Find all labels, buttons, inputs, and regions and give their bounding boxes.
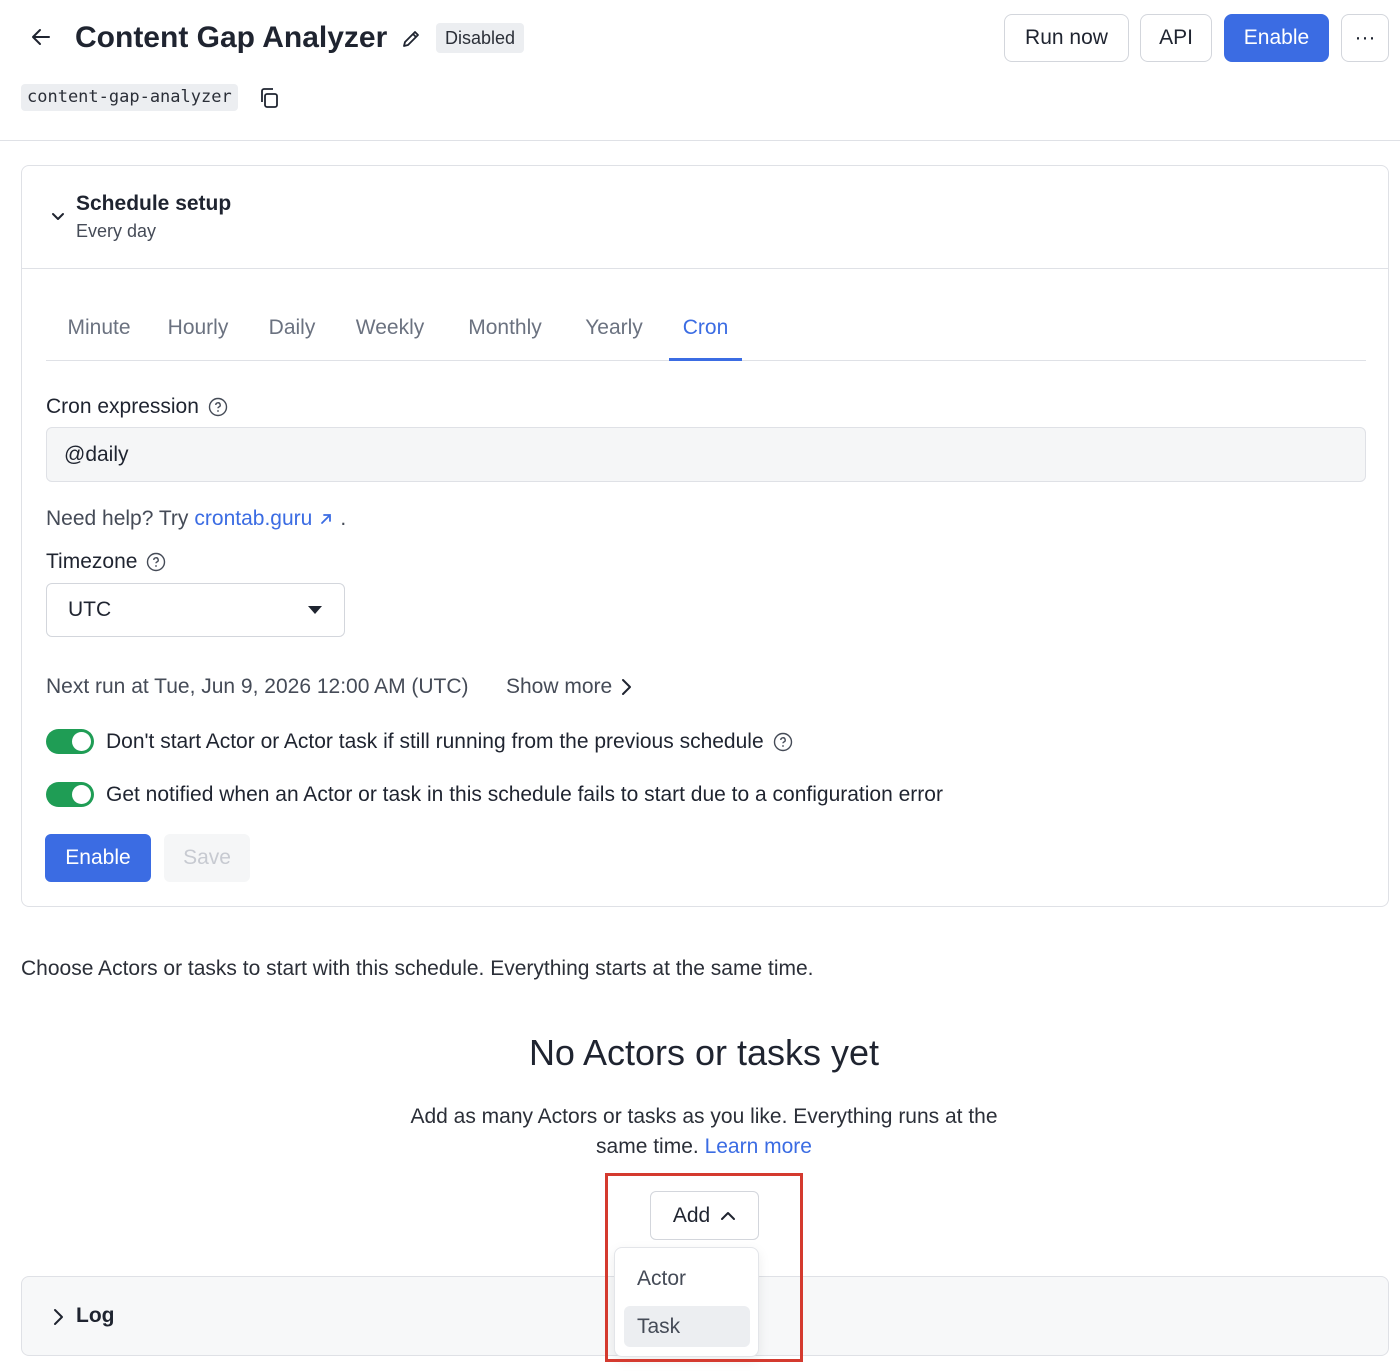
run-now-button[interactable]: Run now bbox=[1004, 14, 1129, 62]
timezone-select[interactable]: UTC bbox=[46, 583, 345, 637]
tab-hourly[interactable]: Hourly bbox=[164, 286, 232, 361]
page-header: Content Gap Analyzer Disabled content-ga… bbox=[0, 0, 1400, 141]
no-overlap-toggle[interactable] bbox=[46, 729, 94, 754]
timezone-value: UTC bbox=[68, 598, 112, 621]
notify-on-error-toggle[interactable] bbox=[46, 782, 94, 807]
schedule-setup-title: Schedule setup bbox=[76, 192, 232, 215]
add-button[interactable]: Add bbox=[650, 1191, 759, 1240]
enable-header-button[interactable]: Enable bbox=[1224, 14, 1329, 62]
cron-expression-input[interactable] bbox=[46, 427, 1366, 482]
chevron-right-icon bbox=[46, 1305, 70, 1329]
back-arrow-icon[interactable] bbox=[26, 22, 56, 52]
no-overlap-toggle-label: Don't start Actor or Actor task if still… bbox=[106, 729, 764, 753]
status-badge: Disabled bbox=[436, 23, 525, 53]
show-more-button[interactable]: Show more bbox=[506, 675, 632, 699]
caret-down-icon bbox=[308, 606, 322, 614]
more-options-button[interactable]: ··· bbox=[1341, 14, 1389, 62]
pencil-icon[interactable] bbox=[398, 26, 424, 52]
external-link-icon bbox=[321, 514, 332, 524]
timezone-label-text: Timezone bbox=[46, 550, 138, 573]
schedule-setup-summary: Every day bbox=[76, 221, 157, 241]
cron-expression-label: Cron expression bbox=[46, 395, 229, 419]
chevron-up-icon bbox=[721, 1211, 736, 1220]
chevron-down-icon bbox=[46, 204, 70, 228]
cron-help-prefix: Need help? Try bbox=[46, 507, 189, 530]
help-circle-icon[interactable] bbox=[145, 551, 167, 573]
actors-intro-text: Choose Actors or tasks to start with thi… bbox=[21, 957, 814, 980]
help-circle-icon[interactable] bbox=[207, 396, 229, 418]
cron-help-text: Need help? Try crontab.guru . bbox=[46, 507, 346, 531]
add-button-label: Add bbox=[672, 1203, 711, 1227]
timezone-label: Timezone bbox=[46, 550, 167, 574]
add-dropdown-menu: Actor Task bbox=[614, 1247, 759, 1357]
empty-state-description: Add as many Actors or tasks as you like.… bbox=[404, 1102, 1004, 1162]
next-run-text: Next run at Tue, Jun 9, 2026 12:00 AM (U… bbox=[46, 675, 469, 698]
actor-slug: content-gap-analyzer bbox=[21, 84, 238, 111]
tab-cron[interactable]: Cron bbox=[669, 286, 742, 361]
chevron-right-icon bbox=[622, 679, 632, 695]
save-button[interactable]: Save bbox=[164, 834, 250, 882]
no-overlap-toggle-row: Don't start Actor or Actor task if still… bbox=[46, 729, 794, 754]
crontab-guru-link[interactable]: crontab.guru bbox=[194, 507, 334, 531]
tab-yearly[interactable]: Yearly bbox=[582, 286, 646, 361]
log-title: Log bbox=[76, 1304, 115, 1327]
show-more-label: Show more bbox=[506, 675, 613, 698]
cron-expression-label-text: Cron expression bbox=[46, 395, 199, 418]
crontab-guru-link-text: crontab.guru bbox=[194, 507, 313, 530]
empty-state-title: No Actors or tasks yet bbox=[528, 1032, 880, 1073]
page-title: Content Gap Analyzer bbox=[75, 21, 388, 54]
notify-toggle-row: Get notified when an Actor or task in th… bbox=[46, 782, 943, 807]
schedule-setup-header[interactable]: Schedule setup Every day bbox=[22, 166, 1388, 269]
frequency-tabs: Minute Hourly Daily Weekly Monthly Yearl… bbox=[46, 286, 1366, 361]
schedule-setup-card: Schedule setup Every day Minute Hourly D… bbox=[21, 165, 1389, 907]
enable-schedule-button[interactable]: Enable bbox=[45, 834, 151, 882]
tab-weekly[interactable]: Weekly bbox=[352, 286, 428, 361]
menu-item-actor[interactable]: Actor bbox=[624, 1258, 750, 1299]
cron-help-suffix: . bbox=[340, 507, 347, 530]
copy-icon[interactable] bbox=[256, 85, 282, 111]
api-button[interactable]: API bbox=[1140, 14, 1212, 62]
tab-daily[interactable]: Daily bbox=[265, 286, 319, 361]
notify-toggle-label: Get notified when an Actor or task in th… bbox=[106, 782, 943, 806]
menu-item-task[interactable]: Task bbox=[624, 1306, 750, 1347]
learn-more-link[interactable]: Learn more bbox=[705, 1135, 812, 1158]
tab-monthly[interactable]: Monthly bbox=[462, 286, 548, 361]
tab-minute[interactable]: Minute bbox=[58, 286, 140, 361]
help-circle-icon[interactable] bbox=[772, 731, 794, 753]
